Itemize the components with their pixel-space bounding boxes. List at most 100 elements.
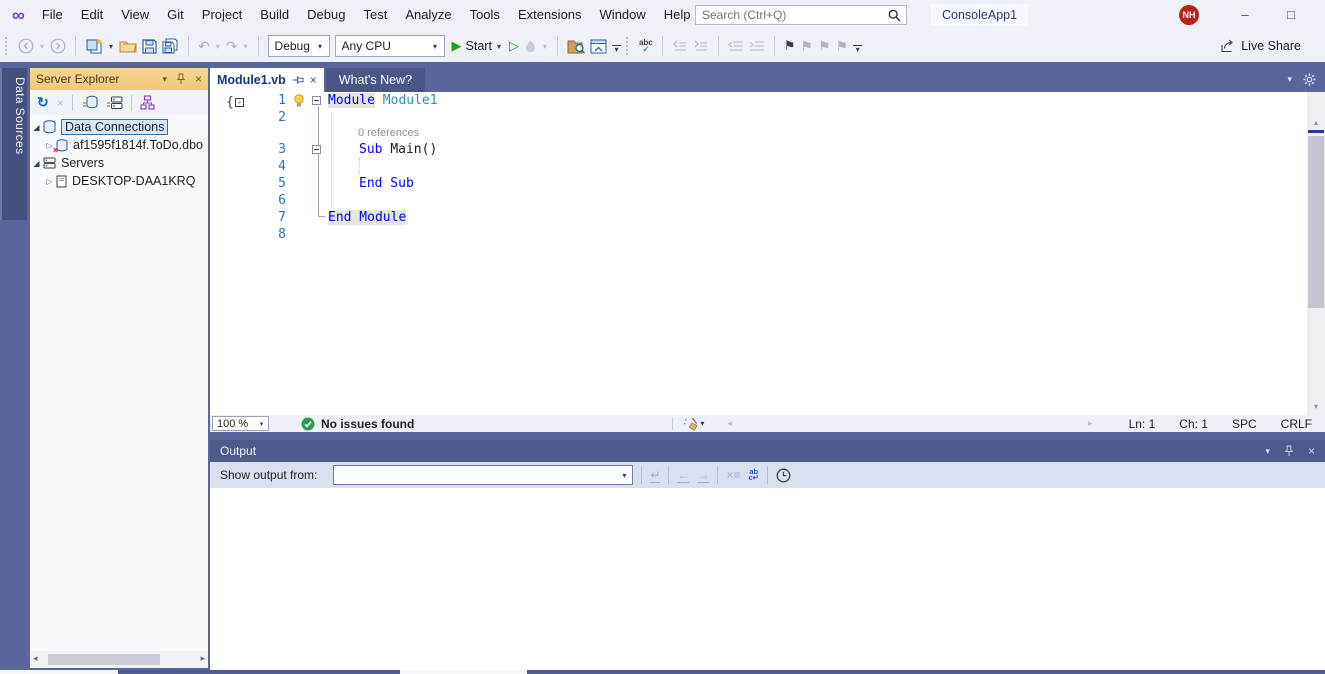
save-all-button[interactable] bbox=[162, 38, 179, 54]
scroll-left-arrow[interactable]: ◂ bbox=[727, 418, 732, 429]
menu-debug[interactable]: Debug bbox=[298, 0, 354, 30]
health-indicator[interactable]: No issues found bbox=[301, 417, 414, 431]
menu-extensions[interactable]: Extensions bbox=[509, 0, 591, 30]
vertical-scrollbar[interactable]: ▴ ▾ bbox=[1307, 92, 1325, 415]
goto-message-button[interactable]: ↵ bbox=[650, 468, 661, 483]
tree-item-database[interactable]: ▷ × af1595f1814f.ToDo.dbo bbox=[30, 136, 208, 155]
scroll-up-arrow[interactable]: ▴ bbox=[1307, 118, 1325, 127]
toolbar-options-dropdown[interactable]: ▾ bbox=[611, 40, 621, 54]
scroll-right-arrow[interactable]: ▸ bbox=[1088, 418, 1093, 429]
scroll-down-arrow[interactable]: ▾ bbox=[1307, 402, 1325, 411]
toolbar-overflow-dropdown[interactable]: ▾ bbox=[853, 40, 863, 54]
tab-list-dropdown-icon[interactable]: ▾ bbox=[1287, 74, 1292, 85]
connect-to-database-button[interactable] bbox=[81, 95, 98, 110]
code-line-4[interactable]: 4 bbox=[210, 158, 1325, 175]
undo-button[interactable]: ↶ bbox=[198, 38, 210, 55]
start-debugging-button[interactable]: ▶ Start ▾ bbox=[450, 38, 504, 54]
find-in-files-button[interactable] bbox=[567, 39, 585, 54]
scrollbar-thumb[interactable] bbox=[1308, 136, 1324, 308]
outline-collapse-box[interactable] bbox=[308, 92, 328, 109]
scroll-left-arrow[interactable]: ◂ bbox=[33, 653, 38, 664]
code-line-8[interactable]: 8 bbox=[210, 226, 1325, 243]
menu-tools[interactable]: Tools bbox=[461, 0, 509, 30]
data-sources-button[interactable] bbox=[140, 95, 155, 110]
increase-indent-button[interactable] bbox=[749, 40, 765, 53]
refresh-button[interactable]: ↻ bbox=[37, 94, 49, 111]
menu-window[interactable]: Window bbox=[591, 0, 655, 30]
horizontal-scrollbar[interactable]: ◂ ▸ bbox=[30, 651, 208, 668]
tree-item-servers[interactable]: ◢ Servers bbox=[30, 154, 208, 172]
maximize-button[interactable]: □ bbox=[1273, 0, 1309, 30]
account-avatar[interactable]: NH bbox=[1179, 5, 1199, 25]
menu-help[interactable]: Help bbox=[655, 0, 700, 30]
new-project-button[interactable] bbox=[85, 38, 103, 55]
code-line-5[interactable]: 5 End Sub bbox=[210, 175, 1325, 192]
minimize-button[interactable]: – bbox=[1227, 0, 1263, 30]
tab-module1-vb[interactable]: Module1.vb × bbox=[210, 68, 324, 92]
solution-configuration-dropdown[interactable]: Debug ▾ bbox=[267, 35, 330, 57]
next-bookmark-button[interactable]: ⚑ bbox=[818, 38, 831, 55]
spaces-indicator[interactable]: SPC bbox=[1232, 417, 1257, 431]
start-without-debugging-button[interactable]: ▷ bbox=[509, 38, 519, 54]
next-message-button[interactable]: → bbox=[697, 468, 710, 483]
solution-platform-dropdown[interactable]: Any CPU ▾ bbox=[334, 35, 445, 57]
connect-to-server-button[interactable] bbox=[106, 96, 123, 110]
output-source-dropdown[interactable]: ▾ bbox=[333, 465, 634, 485]
previous-bookmark-button[interactable]: ⚑ bbox=[800, 38, 813, 55]
code-line-3[interactable]: 3 Sub Main() bbox=[210, 141, 1325, 158]
open-file-button[interactable] bbox=[119, 39, 137, 53]
gear-icon[interactable] bbox=[1303, 73, 1316, 86]
menu-project[interactable]: Project bbox=[193, 0, 251, 30]
tree-item-data-connections[interactable]: ◢ Data Connections bbox=[30, 118, 208, 136]
navigate-forward-button[interactable] bbox=[50, 38, 66, 54]
window-position-dropdown-icon[interactable]: ▾ bbox=[162, 74, 167, 85]
close-icon[interactable]: × bbox=[195, 72, 202, 86]
window-position-dropdown-icon[interactable]: ▾ bbox=[1265, 446, 1270, 457]
pin-icon[interactable] bbox=[292, 75, 304, 85]
clear-all-button[interactable]: ×≡ bbox=[726, 469, 740, 481]
live-share-button[interactable]: Live Share bbox=[1219, 39, 1325, 53]
scrollbar-thumb[interactable] bbox=[48, 654, 160, 665]
menu-file[interactable]: File bbox=[33, 0, 72, 30]
quick-search-box[interactable] bbox=[695, 5, 907, 25]
menu-test[interactable]: Test bbox=[354, 0, 396, 30]
output-content[interactable] bbox=[210, 488, 1325, 670]
redo-button[interactable]: ↷ bbox=[226, 38, 238, 55]
expanded-arrow-icon[interactable]: ◢ bbox=[30, 159, 43, 168]
redo-dropdown-icon[interactable]: ▾ bbox=[243, 42, 249, 51]
navigate-back-button[interactable] bbox=[18, 38, 34, 54]
code-cleanup-dropdown-icon[interactable]: ▾ bbox=[699, 419, 705, 428]
expanded-arrow-icon[interactable]: ◢ bbox=[30, 123, 43, 132]
hot-reload-dropdown-icon[interactable]: ▾ bbox=[542, 42, 548, 51]
undo-dropdown-icon[interactable]: ▾ bbox=[215, 42, 221, 51]
timestamp-toggle-button[interactable] bbox=[776, 468, 791, 483]
solution-explorer-home-button[interactable] bbox=[590, 39, 607, 54]
toggle-bookmark-button[interactable]: ⚑ bbox=[784, 38, 796, 54]
code-editor[interactable]: {↗ 1 Module Module1 2 0 references 3 Sub… bbox=[210, 92, 1325, 415]
sidebar-tab-data-sources[interactable]: Data Sources bbox=[0, 68, 27, 220]
code-line-6[interactable]: 6 bbox=[210, 192, 1325, 209]
outline-collapse-box[interactable] bbox=[308, 141, 328, 158]
close-icon[interactable]: × bbox=[1308, 444, 1315, 458]
toolbar-grip[interactable] bbox=[625, 37, 631, 55]
code-line-2[interactable]: 2 bbox=[210, 109, 1325, 126]
code-cleanup-button[interactable] bbox=[683, 417, 699, 431]
hot-reload-button[interactable] bbox=[524, 39, 537, 54]
comment-out-button[interactable] bbox=[672, 39, 688, 53]
quick-actions-lightbulb-icon[interactable] bbox=[292, 92, 308, 109]
tree-item-machine[interactable]: ▷ DESKTOP-DAA1KRQ bbox=[30, 172, 208, 190]
menu-view[interactable]: View bbox=[112, 0, 158, 30]
word-wrap-button[interactable]: ab c↵ bbox=[748, 468, 758, 482]
spell-check-button[interactable]: abc ✓ bbox=[639, 39, 653, 54]
solution-name-badge[interactable]: ConsoleApp1 bbox=[931, 4, 1029, 26]
output-title-bar[interactable]: Output ▾ × bbox=[210, 440, 1325, 462]
menu-git[interactable]: Git bbox=[158, 0, 193, 30]
codelens-references[interactable]: 0 references bbox=[210, 126, 1325, 141]
pin-icon[interactable] bbox=[1284, 445, 1294, 457]
zoom-level-dropdown[interactable]: 100 % ▾ bbox=[212, 416, 269, 431]
toolbar-grip[interactable] bbox=[5, 37, 10, 55]
line-ending-indicator[interactable]: CRLF bbox=[1281, 417, 1312, 431]
new-project-dropdown-icon[interactable]: ▾ bbox=[108, 42, 114, 51]
previous-message-button[interactable]: ← bbox=[677, 468, 690, 483]
collapsed-arrow-icon[interactable]: ▷ bbox=[43, 177, 56, 186]
